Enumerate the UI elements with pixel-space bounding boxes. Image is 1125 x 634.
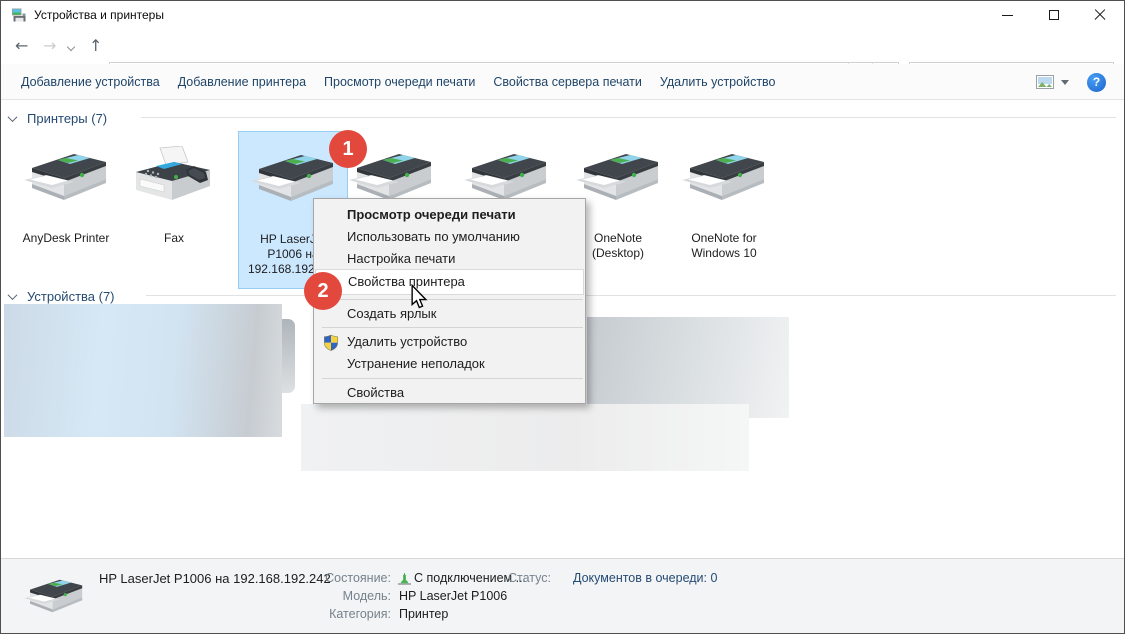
printer-tile-anydesk[interactable]: AnyDesk Printer (11, 131, 121, 289)
fax-icon (130, 146, 218, 208)
title-bar: Устройства и принтеры (1, 1, 1124, 29)
menu-separator (322, 327, 583, 328)
connection-status-icon (398, 573, 411, 586)
printer-tile-onenote-win10[interactable]: OneNote for Windows 10 (669, 131, 779, 289)
menu-item-troubleshoot[interactable]: Устранение неполадок (315, 353, 584, 375)
help-button[interactable]: ? (1087, 73, 1106, 92)
printer-icon (22, 146, 110, 208)
blurred-device-region (282, 319, 295, 393)
details-model-label: Модель: (307, 589, 391, 603)
details-category-label: Категория: (307, 607, 391, 621)
devices-group-title: Устройства (7) (27, 289, 115, 304)
uac-shield-icon (323, 334, 339, 352)
maximize-icon (1049, 10, 1059, 20)
details-state-label: Состояние: (307, 571, 391, 585)
view-options-icon (1036, 75, 1054, 89)
minimize-icon (1002, 15, 1013, 16)
toolbar-view-print-queue[interactable]: Просмотр очереди печати (324, 75, 475, 89)
chevron-down-icon (8, 112, 18, 122)
details-queue-count: Документов в очереди: 0 (573, 571, 717, 585)
devices-and-printers-app-icon (11, 7, 27, 23)
printer-icon (574, 146, 662, 208)
details-category-value: Принтер (399, 607, 448, 621)
menu-item-set-default[interactable]: Использовать по умолчанию (315, 226, 584, 248)
printer-label: AnyDesk Printer (11, 231, 121, 246)
up-arrow-icon[interactable]: ↑ (89, 37, 102, 55)
minimize-button[interactable] (984, 1, 1030, 29)
printer-label: OneNote for Windows 10 (669, 231, 779, 261)
step-badge-2: 2 (304, 272, 342, 310)
toolbar-remove-device[interactable]: Удалить устройство (660, 75, 776, 89)
menu-separator (322, 299, 583, 300)
close-icon (1094, 9, 1106, 21)
blurred-device-region (4, 304, 282, 437)
chevron-down-icon (8, 290, 18, 300)
mouse-cursor (410, 284, 428, 310)
forward-arrow-icon[interactable]: → (43, 37, 56, 55)
command-toolbar: Добавление устройства Добавление принтер… (1, 64, 1124, 100)
printer-icon (680, 146, 768, 208)
details-status-label: Статус: (481, 571, 551, 585)
navigation-bar: ← → ↑ › Панель управления › Оборудование… (1, 29, 1124, 64)
close-button[interactable] (1077, 1, 1123, 29)
devices-and-printers-window: Устройства и принтеры ← → ↑ › Панель упр… (0, 0, 1125, 634)
details-printer-name: HP LaserJet P1006 на 192.168.192.242 (99, 571, 331, 586)
menu-item-create-shortcut[interactable]: Создать ярлык (315, 303, 584, 325)
menu-item-view-print-queue[interactable]: Просмотр очереди печати (315, 204, 584, 226)
view-options-button[interactable] (1036, 75, 1069, 89)
printers-group-header[interactable]: Принтеры (7) (9, 109, 107, 127)
printers-group-title: Принтеры (7) (27, 111, 107, 126)
menu-item-remove-device[interactable]: Удалить устройство (315, 331, 584, 353)
back-arrow-icon[interactable]: ← (15, 37, 28, 55)
chevron-down-icon (1061, 80, 1069, 85)
toolbar-add-printer[interactable]: Добавление принтера (178, 75, 306, 89)
menu-item-label: Удалить устройство (347, 334, 467, 349)
window-title: Устройства и принтеры (34, 8, 164, 22)
details-pane: HP LaserJet P1006 на 192.168.192.242 Сос… (1, 558, 1124, 634)
content-area: Принтеры (7) AnyDesk Printer Fax HP Lase… (1, 100, 1124, 558)
group-divider (141, 117, 1116, 118)
printer-icon (23, 573, 85, 619)
blurred-device-region (301, 404, 749, 471)
menu-item-printer-properties[interactable]: Свойства принтера (315, 269, 584, 295)
toolbar-right-group: ? (1036, 64, 1106, 100)
maximize-button[interactable] (1031, 1, 1077, 29)
group-divider (146, 295, 1116, 296)
printer-label-line: OneNote for (669, 231, 779, 246)
details-model-value: HP LaserJet P1006 (399, 589, 507, 603)
printer-tile-fax[interactable]: Fax (119, 131, 229, 289)
toolbar-add-device[interactable]: Добавление устройства (21, 75, 160, 89)
step-badge-1: 1 (329, 130, 367, 168)
blurred-device-region (587, 317, 789, 418)
toolbar-print-server-properties[interactable]: Свойства сервера печати (493, 75, 642, 89)
printer-context-menu: Просмотр очереди печати Использовать по … (313, 198, 586, 404)
printer-label: Fax (119, 231, 229, 246)
devices-group-header[interactable]: Устройства (7) (9, 287, 115, 305)
menu-separator (322, 378, 583, 379)
printer-label-line: Windows 10 (669, 246, 779, 261)
menu-item-properties[interactable]: Свойства (315, 382, 584, 404)
menu-item-printing-preferences[interactable]: Настройка печати (315, 248, 584, 270)
recent-pages-chevron-icon[interactable] (67, 43, 75, 51)
